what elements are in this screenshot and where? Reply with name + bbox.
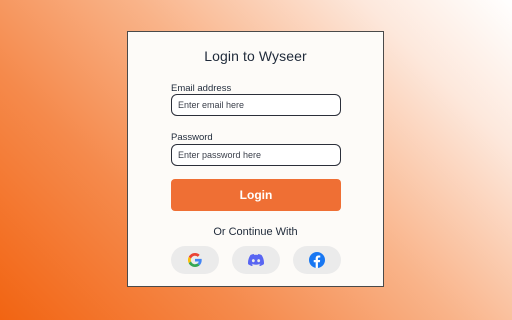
password-field[interactable] — [171, 144, 341, 166]
google-login-button[interactable] — [171, 246, 219, 274]
page-title: Login to Wyseer — [204, 48, 307, 64]
discord-icon — [248, 254, 264, 266]
continue-with-text: Or Continue With — [213, 226, 298, 238]
login-button[interactable]: Login — [171, 179, 341, 211]
facebook-login-button[interactable] — [293, 246, 341, 274]
login-card: Login to Wyseer Email address Password L… — [127, 31, 384, 287]
google-icon — [188, 253, 202, 267]
email-label: Email address — [171, 83, 232, 94]
facebook-icon — [309, 252, 325, 268]
password-label: Password — [171, 132, 213, 143]
email-field[interactable] — [171, 94, 341, 116]
discord-login-button[interactable] — [232, 246, 280, 274]
